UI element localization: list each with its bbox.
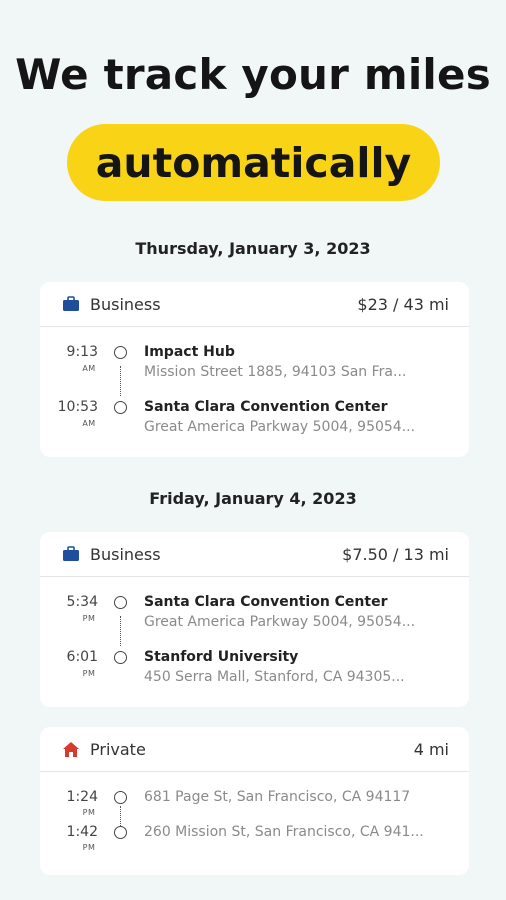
stop-time: 1:24	[66, 789, 98, 805]
stop-time: 10:53	[57, 399, 98, 415]
trip-header: Business $23 / 43 mi	[40, 282, 469, 327]
stop-place: Stanford University	[144, 649, 299, 665]
stop-marker-icon	[114, 826, 127, 839]
trip-card[interactable]: Business $7.50 / 13 mi 5:34 PM Santa Cla…	[40, 532, 469, 707]
route-connector	[120, 806, 121, 828]
stop-address: Great America Parkway 5004, 95054...	[144, 419, 416, 435]
headline: We track your miles	[15, 50, 491, 99]
briefcase-icon	[62, 545, 80, 563]
route-connector	[120, 616, 121, 646]
stop-address: 681 Page St, San Francisco, CA 94117	[144, 789, 411, 805]
date-heading: Friday, January 4, 2023	[149, 489, 357, 508]
briefcase-icon	[62, 295, 80, 313]
stop-place: Santa Clara Convention Center	[144, 399, 388, 415]
stop-ampm: PM	[82, 843, 96, 852]
highlight-pill: automatically	[67, 124, 440, 201]
trip-card[interactable]: Business $23 / 43 mi 9:13 AM Impact Hub …	[40, 282, 469, 457]
stop-marker-icon	[114, 346, 127, 359]
trip-header: Business $7.50 / 13 mi	[40, 532, 469, 577]
category-label: Business	[90, 544, 161, 564]
trip-amount: $23 / 43 mi	[357, 294, 449, 314]
stop-marker-icon	[114, 791, 127, 804]
trip-card[interactable]: Private 4 mi 1:24 PM 681 Page St, San Fr…	[40, 727, 469, 875]
stop-ampm: PM	[82, 808, 96, 817]
highlight-text: automatically	[95, 138, 412, 187]
stop-marker-icon	[114, 596, 127, 609]
category-label: Business	[90, 294, 161, 314]
stop-address: 260 Mission St, San Francisco, CA 941...	[144, 824, 424, 840]
stop-ampm: AM	[82, 364, 96, 373]
stop-time: 6:01	[66, 649, 98, 665]
stop-time: 9:13	[66, 344, 98, 360]
stop-marker-icon	[114, 651, 127, 664]
stop-ampm: PM	[82, 669, 96, 678]
stop-ampm: PM	[82, 614, 96, 623]
stop-ampm: AM	[82, 419, 96, 428]
trip-amount: 4 mi	[413, 739, 449, 759]
trip-amount: $7.50 / 13 mi	[342, 544, 449, 564]
stop-time: 5:34	[66, 594, 98, 610]
stop-address: Great America Parkway 5004, 95054...	[144, 614, 416, 630]
category-label: Private	[90, 739, 146, 759]
home-icon	[62, 740, 80, 758]
stop-address: 450 Serra Mall, Stanford, CA 94305...	[144, 669, 405, 685]
date-heading: Thursday, January 3, 2023	[135, 239, 371, 258]
stop-place: Santa Clara Convention Center	[144, 594, 388, 610]
stop-address: Mission Street 1885, 94103 San Fra...	[144, 364, 407, 380]
trip-header: Private 4 mi	[40, 727, 469, 772]
stop-place: Impact Hub	[144, 344, 235, 360]
route-connector	[120, 366, 121, 396]
stop-time: 1:42	[66, 824, 98, 840]
stop-marker-icon	[114, 401, 127, 414]
